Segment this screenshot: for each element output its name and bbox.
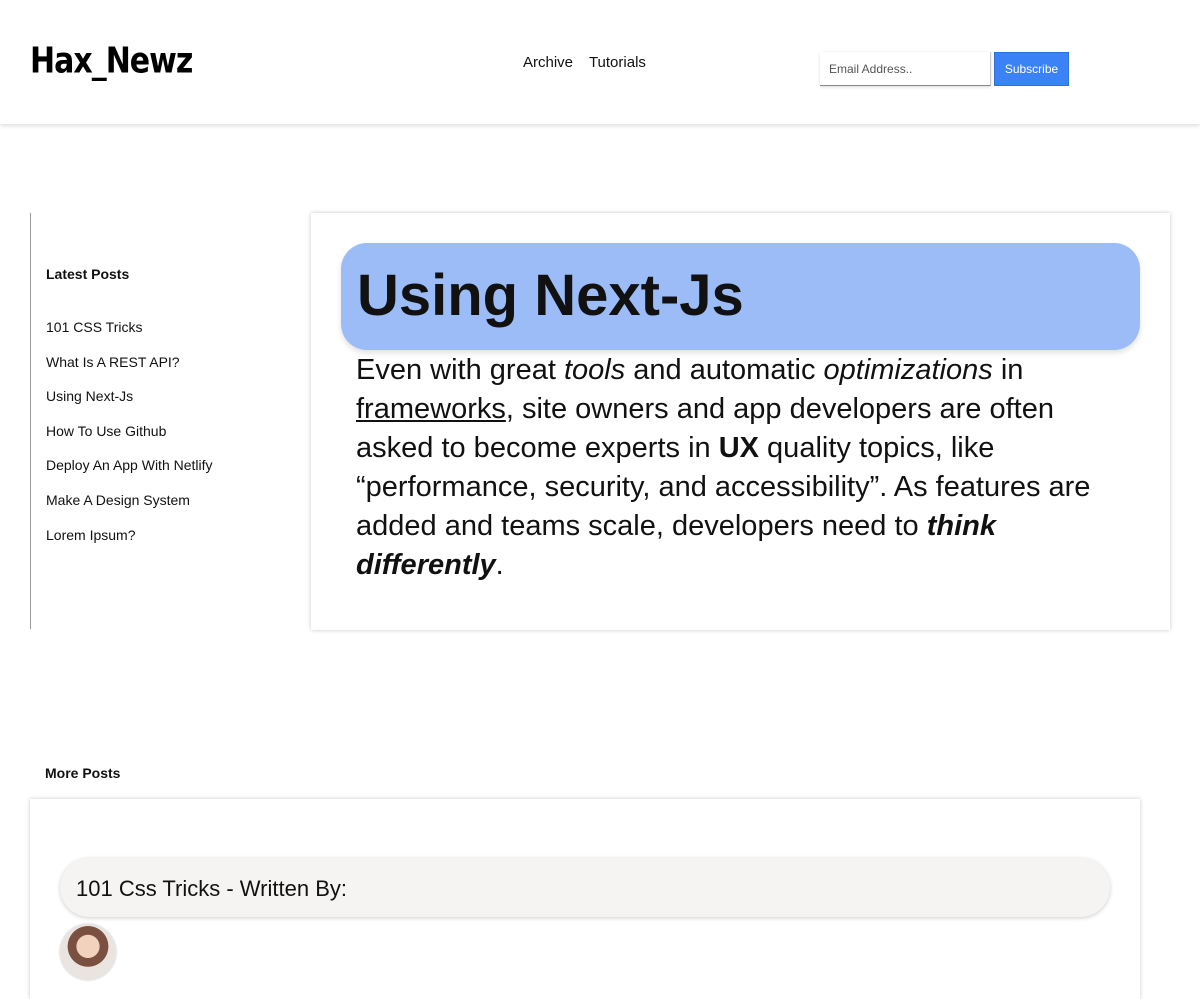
list-item: Lorem Ipsum? [46,527,213,562]
subscribe-form: Subscribe [820,52,1069,86]
list-item: How To Use Github [46,423,213,458]
post-link-github[interactable]: How To Use Github [46,423,166,439]
article-title-banner: Using Next-Js [341,243,1140,350]
emphasis-optimizations: optimizations [823,354,993,386]
post-link-using-next-js[interactable]: Using Next-Js [46,388,133,404]
more-posts-card: 101 Css Tricks - Written By: [30,799,1140,999]
post-link-netlify[interactable]: Deploy An App With Netlify [46,457,213,473]
latest-posts-heading: Latest Posts [46,266,130,282]
more-posts-heading: More Posts [45,765,121,781]
post-card-heading: 101 Css Tricks - Written By: [76,876,347,901]
nav-link-tutorials[interactable]: Tutorials [589,54,646,71]
site-logo[interactable]: Hax_Newz [30,40,193,82]
post-link-lorem-ipsum[interactable]: Lorem Ipsum? [46,527,135,543]
body-text: . [495,549,504,581]
body-text: in [992,354,1024,386]
email-input[interactable] [820,52,991,86]
post-link-101-css-tricks[interactable]: 101 CSS Tricks [46,319,142,335]
nav-link-archive[interactable]: Archive [523,54,573,71]
frameworks-link[interactable]: frameworks [356,393,506,425]
latest-posts-list: 101 CSS Tricks What Is A REST API? Using… [46,319,213,561]
post-card-101-css-tricks[interactable]: 101 Css Tricks - Written By: [60,858,1110,917]
author-avatar[interactable] [60,924,116,980]
article-title: Using Next-Js [357,263,744,328]
site-header: Hax_Newz Archive Tutorials Subscribe [0,0,1200,124]
emphasis-tools: tools [563,354,626,386]
subscribe-button[interactable]: Subscribe [994,52,1069,86]
list-item: 101 CSS Tricks [46,319,213,354]
list-item: Make A Design System [46,492,213,527]
body-text: and automatic [625,354,824,386]
list-item: What Is A REST API? [46,354,213,389]
post-link-rest-api[interactable]: What Is A REST API? [46,354,180,370]
latest-posts-sidebar: Latest Posts 101 CSS Tricks What Is A RE… [30,213,290,629]
main-nav: Archive Tutorials [523,54,658,71]
article-card: Using Next-Js Even with great tools and … [311,213,1170,630]
strong-ux: UX [718,432,759,464]
article-body: Even with great tools and automatic opti… [356,351,1136,585]
post-link-design-system[interactable]: Make A Design System [46,492,190,508]
body-text: Even with great [356,354,564,386]
list-item: Using Next-Js [46,388,213,423]
list-item: Deploy An App With Netlify [46,457,213,492]
